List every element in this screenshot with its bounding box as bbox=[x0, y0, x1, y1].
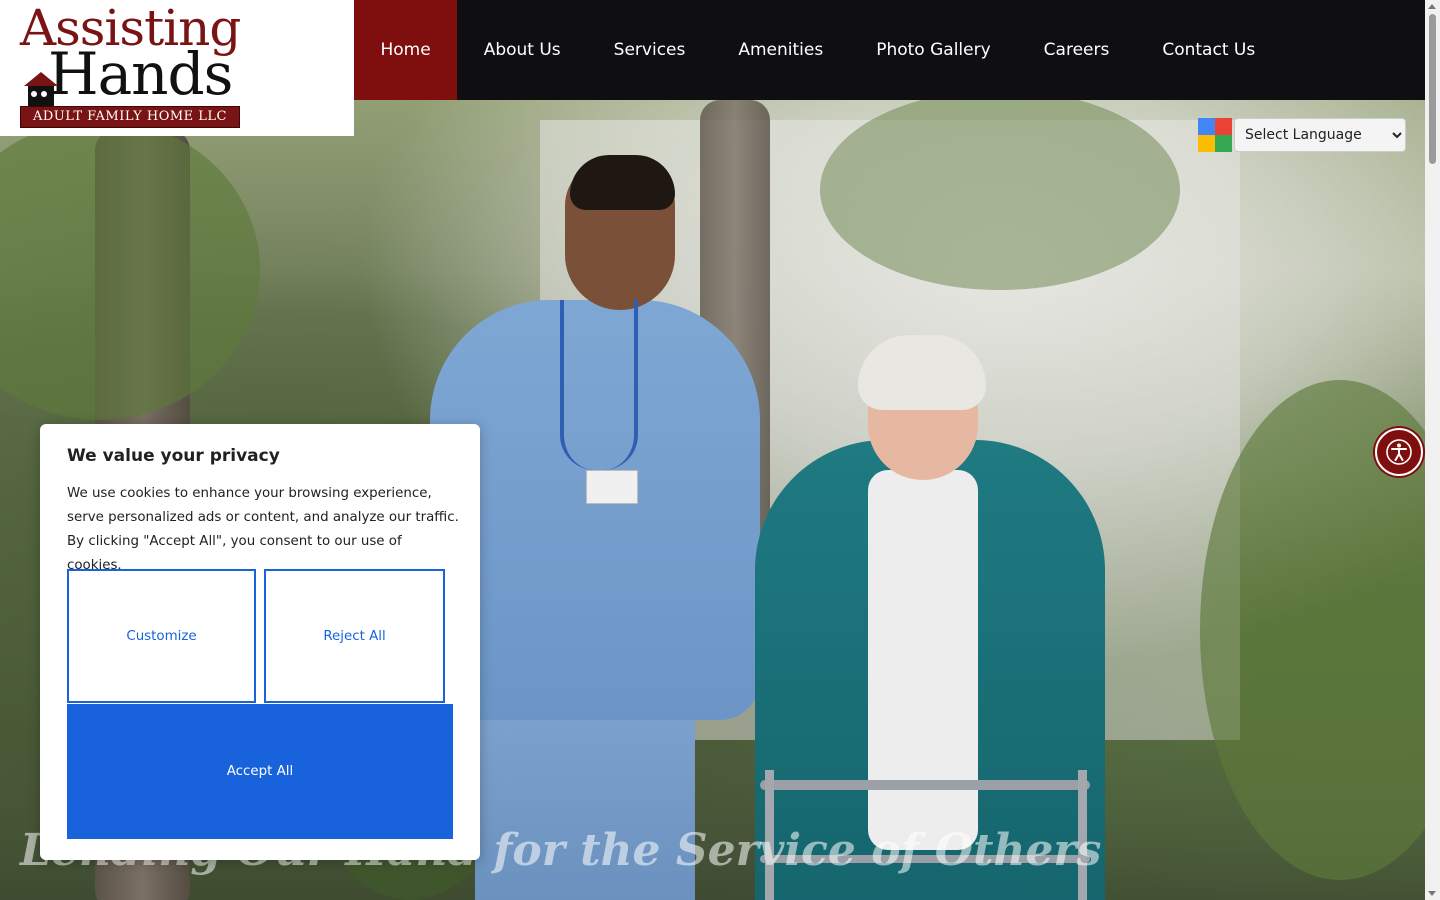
reject-all-button[interactable]: Reject All bbox=[264, 569, 445, 703]
foliage bbox=[0, 120, 260, 420]
resident-figure bbox=[858, 335, 986, 410]
accessibility-icon bbox=[1386, 439, 1412, 465]
logo-link[interactable]: Assisting Hands ADULT FAMILY HOME LLC bbox=[0, 0, 354, 136]
logo-subtitle: ADULT FAMILY HOME LLC bbox=[20, 106, 240, 128]
nav-contact-us[interactable]: Contact Us bbox=[1136, 0, 1282, 100]
nav-about-us[interactable]: About Us bbox=[457, 0, 587, 100]
nav-careers[interactable]: Careers bbox=[1017, 0, 1136, 100]
nav-photo-gallery[interactable]: Photo Gallery bbox=[850, 0, 1017, 100]
cookie-body: We use cookies to enhance your browsing … bbox=[67, 486, 459, 573]
lanyard bbox=[560, 300, 638, 470]
nav-services[interactable]: Services bbox=[587, 0, 712, 100]
resident-figure bbox=[868, 470, 978, 850]
house-icon bbox=[24, 72, 58, 106]
logo-title-line2: Hands bbox=[48, 40, 233, 108]
cookie-consent-dialog: We value your privacy We use cookies to … bbox=[40, 424, 480, 860]
scroll-thumb[interactable] bbox=[1429, 14, 1436, 164]
page-scrollbar[interactable] bbox=[1425, 0, 1440, 900]
nav-amenities[interactable]: Amenities bbox=[712, 0, 850, 100]
caregiver-figure bbox=[570, 155, 675, 210]
customize-button[interactable]: Customize bbox=[67, 569, 256, 703]
walker bbox=[760, 780, 1090, 790]
scroll-up-arrow-icon[interactable] bbox=[1428, 4, 1436, 9]
accept-all-button[interactable]: Accept All bbox=[67, 704, 453, 839]
logo: Assisting Hands ADULT FAMILY HOME LLC bbox=[20, 2, 241, 128]
accessibility-button[interactable] bbox=[1375, 428, 1423, 476]
scroll-down-arrow-icon[interactable] bbox=[1428, 891, 1436, 896]
main-nav: Home About Us Services Amenities Photo G… bbox=[354, 0, 1425, 100]
id-badge bbox=[586, 470, 638, 504]
language-select[interactable]: Select Language bbox=[1234, 118, 1406, 152]
google-translate-icon bbox=[1198, 118, 1232, 152]
nav-home[interactable]: Home bbox=[354, 0, 458, 100]
language-switcher: Select Language bbox=[1198, 118, 1406, 152]
cookie-title: We value your privacy bbox=[67, 446, 280, 466]
foliage bbox=[820, 90, 1180, 290]
